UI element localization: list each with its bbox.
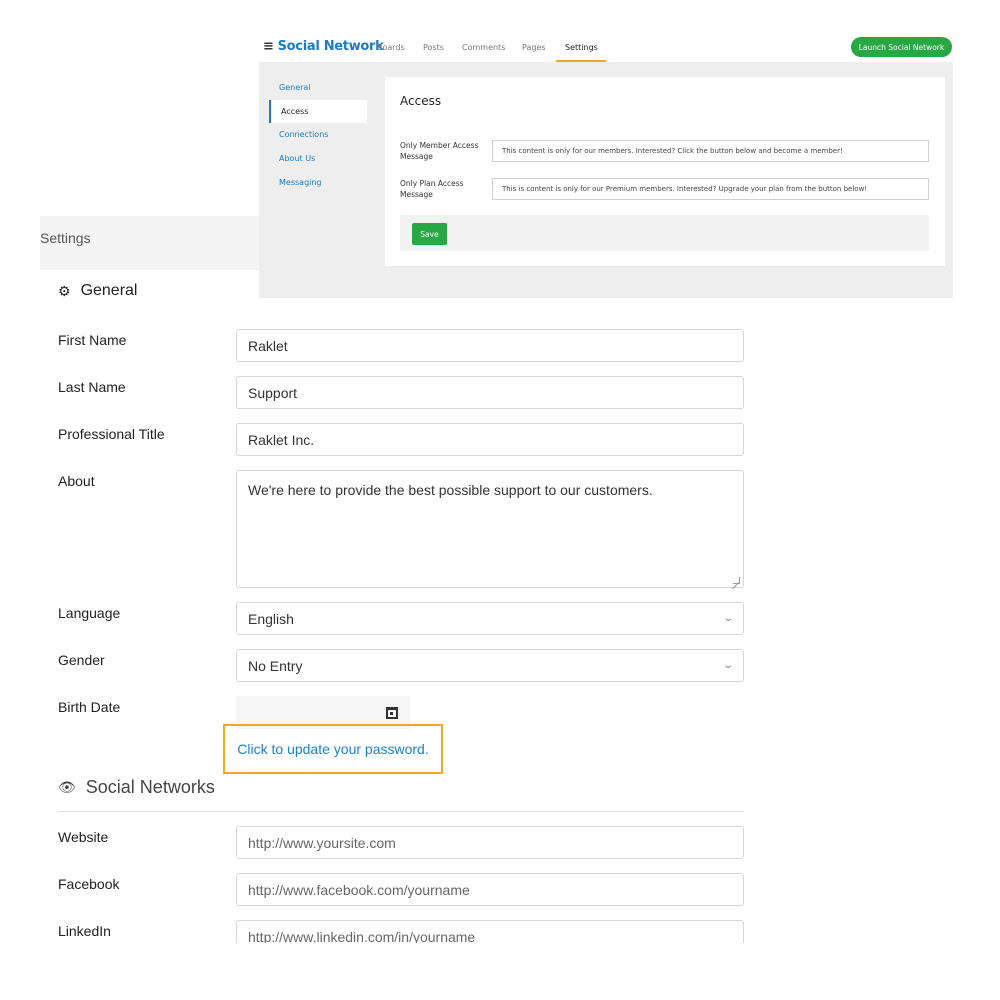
website-placeholder: http://www.yoursite.com <box>248 834 396 851</box>
sidebar-item-messaging[interactable]: Messaging <box>279 178 322 187</box>
language-select[interactable]: English ⌄ <box>236 602 744 635</box>
menu-icon[interactable]: ≡ <box>263 39 274 54</box>
birth-date-label: Birth Date <box>58 699 121 715</box>
nav-tab-settings[interactable]: Settings <box>565 43 598 52</box>
website-field[interactable]: http://www.yoursite.com <box>236 826 744 859</box>
last-name-value: Support <box>248 384 298 401</box>
admin-topbar: ≡ Social Network Boards Posts Comments Pa… <box>259 30 953 62</box>
general-section-title: ⚙ General <box>58 282 137 300</box>
social-networks-title: 👁 Social Networks <box>58 777 215 798</box>
gender-value: No Entry <box>248 657 303 674</box>
member-access-message-value: This content is only for our members. In… <box>502 147 843 155</box>
about-textarea[interactable]: We're here to provide the best possible … <box>236 470 744 588</box>
general-title-text: General <box>80 282 138 299</box>
linkedin-label: LinkedIn <box>58 923 111 939</box>
website-label: Website <box>58 829 109 845</box>
access-card-footer: Save <box>400 215 929 251</box>
active-tab-indicator <box>556 60 606 62</box>
language-value: English <box>248 610 294 627</box>
calendar-icon[interactable] <box>386 706 398 719</box>
professional-title-value: Raklet Inc. <box>248 431 315 448</box>
settings-breadcrumb: Settings <box>40 230 91 246</box>
plan-access-message-value: This is content is only for our Premium … <box>502 185 868 193</box>
gender-select[interactable]: No Entry ⌄ <box>236 649 744 682</box>
gender-label: Gender <box>58 652 105 668</box>
professional-title-label: Professional Title <box>58 426 165 442</box>
plan-access-label: Only Plan Access Message <box>400 179 464 199</box>
save-button[interactable]: Save <box>412 223 447 245</box>
admin-access-panel: ≡ Social Network Boards Posts Comments Pa… <box>259 30 953 298</box>
brand-logo[interactable]: ≡ Social Network <box>263 39 384 54</box>
sidebar-item-about-us[interactable]: About Us <box>279 154 315 163</box>
nav-tab-comments[interactable]: Comments <box>462 43 505 52</box>
sidebar-item-general[interactable]: General <box>279 83 311 92</box>
nav-tab-posts[interactable]: Posts <box>423 43 444 52</box>
nav-tab-pages[interactable]: Pages <box>522 43 546 52</box>
access-card-title: Access <box>400 94 442 108</box>
last-name-field[interactable]: Support <box>236 376 744 409</box>
last-name-label: Last Name <box>58 379 126 395</box>
launch-social-network-button[interactable]: Launch Social Network <box>851 37 952 57</box>
facebook-field[interactable]: http://www.facebook.com/yourname <box>236 873 744 906</box>
password-link-highlight: Click to update your password. <box>223 724 443 774</box>
access-card: Access Only Member Access Message This c… <box>385 77 945 266</box>
language-label: Language <box>58 605 121 621</box>
chevron-down-icon: ⌄ <box>721 613 734 624</box>
first-name-value: Raklet <box>248 337 288 354</box>
page-cutoff <box>0 943 1000 1000</box>
nav-tab-boards[interactable]: Boards <box>377 43 405 52</box>
eye-icon: 👁 <box>58 779 76 795</box>
facebook-placeholder: http://www.facebook.com/yourname <box>248 881 470 898</box>
first-name-label: First Name <box>58 332 127 348</box>
first-name-field[interactable]: Raklet <box>236 329 744 362</box>
plan-access-message-input[interactable]: This is content is only for our Premium … <box>492 178 929 200</box>
sidebar-item-label: Access <box>281 107 309 116</box>
facebook-label: Facebook <box>58 876 120 892</box>
sidebar-item-access[interactable]: Access <box>269 100 367 123</box>
professional-title-field[interactable]: Raklet Inc. <box>236 423 744 456</box>
gear-icon: ⚙ <box>58 282 71 299</box>
member-access-label: Only Member Access Message <box>400 141 479 161</box>
member-access-message-input[interactable]: This content is only for our members. In… <box>492 140 929 162</box>
sidebar-item-connections[interactable]: Connections <box>279 130 328 139</box>
chevron-down-icon: ⌄ <box>721 660 734 671</box>
update-password-link[interactable]: Click to update your password. <box>237 741 428 757</box>
brand-text: Social Network <box>277 39 384 54</box>
divider <box>58 811 744 812</box>
about-label: About <box>58 473 95 489</box>
resize-handle[interactable] <box>733 577 740 584</box>
about-value: We're here to provide the best possible … <box>248 482 653 498</box>
social-title-text: Social Networks <box>85 777 215 797</box>
